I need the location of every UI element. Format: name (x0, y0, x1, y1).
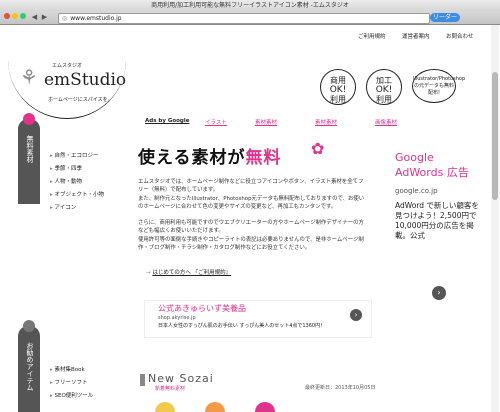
sidebar-item-nature[interactable]: 自然・エコロジー (50, 151, 99, 159)
category-link-1[interactable]: イラスト (205, 118, 227, 126)
para-4: 使用許可等の面倒な手続きやコピーライトの表記は必要ありませんので、是非ホームペー… (138, 237, 364, 251)
badge-commercial: 商用 OK! 利用 (320, 69, 356, 105)
shop-ad-url: shop.akyrise.jp (158, 315, 196, 321)
sidebar-item-season[interactable]: 季節・四季 (50, 164, 83, 172)
sidebar-item-objects[interactable]: オブジェクト・小物 (50, 190, 105, 198)
sidebar-item-book[interactable]: 素材集Book (50, 365, 85, 373)
new-sozai-title: New Sozai (148, 372, 214, 385)
category-link-3[interactable]: 素材素材 (315, 118, 337, 126)
main-headline: 使える素材が無料 (138, 148, 282, 168)
zoom-button[interactable] (20, 13, 26, 19)
sparkle-icon: ✿ (311, 139, 325, 158)
nav-contact[interactable]: お問合わせ (446, 32, 474, 40)
para-2: また、制作元となったIllustrator、Photoshop元データも無料配布… (138, 196, 365, 210)
sidebar-item-seo[interactable]: SEO便利ツール (50, 391, 94, 399)
gray-dot (23, 320, 35, 332)
ads-by-google[interactable]: Ads by Google (145, 118, 189, 124)
sidebar-label-free: 無料素材 (26, 135, 34, 163)
ad-url: google.co.jp (395, 187, 438, 195)
forward-icon[interactable]: ▶ (40, 13, 49, 22)
ad-desc: AdWord で新しい顧客を見つけよう！2,500円で10,000円分の広告を掲… (395, 201, 479, 240)
reader-button[interactable]: リーダー (430, 13, 460, 22)
badge-source: Illustrator/Photoshop の元データも無料配布! (412, 69, 465, 103)
scrollbar-thumb[interactable] (492, 72, 498, 200)
pink-dot (23, 113, 35, 125)
ad-arrow-icon[interactable]: › (432, 286, 446, 300)
nav-operator[interactable]: 運営者案内 (402, 32, 430, 40)
globe-icon: ◎ (62, 15, 68, 22)
ad-title[interactable]: Google AdWords 広告 (395, 150, 479, 180)
thumb-1[interactable] (155, 402, 175, 412)
shop-ad-desc: 日本人女性のすっぴん肌のお手伝い すっぴん美人のセット4点で1360円！ (158, 323, 326, 329)
shop-arrow-icon[interactable]: › (350, 309, 362, 321)
para-3: さらに、商用利用も可能ですのでウエブクリエーターの方やホームページ制作デザイナー… (138, 220, 364, 234)
url-text: www.emstudio.jp (70, 15, 122, 22)
logo-tagline: ホームページにスパイスを。 (48, 97, 113, 103)
sidebar-item-icons[interactable]: アイコン (50, 203, 77, 211)
thumb-3[interactable] (255, 402, 275, 412)
logo-name[interactable]: emStudio (44, 70, 126, 90)
badge-edit: 加工 OK! 利用 (366, 69, 402, 105)
close-button[interactable] (4, 13, 10, 19)
category-link-4[interactable]: 画像素材 (375, 118, 397, 126)
category-link-2[interactable]: 素材素材 (255, 118, 277, 126)
new-sozai-sub: 新着無料素材 (155, 386, 186, 392)
first-time-link[interactable]: → はじめての方へ 『ご利用規約』 (146, 268, 231, 276)
section-bar (140, 374, 145, 386)
sidebar-label-recommend: お勧めアイテム (26, 342, 34, 391)
url-bar[interactable]: ◎ www.emstudio.jp (58, 13, 430, 24)
logo-katakana: エムスタジオ (52, 63, 83, 69)
minimize-button[interactable] (12, 13, 18, 19)
thumb-2[interactable] (205, 402, 225, 412)
window-title: 商用利用/加工利用可能な無料フリーイラストアイコン素材 -エムスタジオ (0, 0, 500, 11)
shop-ad-title[interactable]: 公式あきゅらいず美養品 (158, 303, 246, 314)
last-updated: 最終更新日：2013年10月05日 (305, 385, 376, 391)
back-icon[interactable]: ◀ (30, 13, 39, 22)
para-1: エムスタジオでは、ホームページ制作などに役立つアイコンやボタン、イラスト素材を全… (138, 179, 364, 193)
sidebar-item-freesoft[interactable]: フリーソフト (50, 378, 88, 386)
nav-terms[interactable]: ご利用規約 (358, 32, 386, 40)
leaf-icon: ⚘ (20, 65, 38, 89)
sidebar-item-people[interactable]: 人物・動物 (50, 177, 83, 185)
